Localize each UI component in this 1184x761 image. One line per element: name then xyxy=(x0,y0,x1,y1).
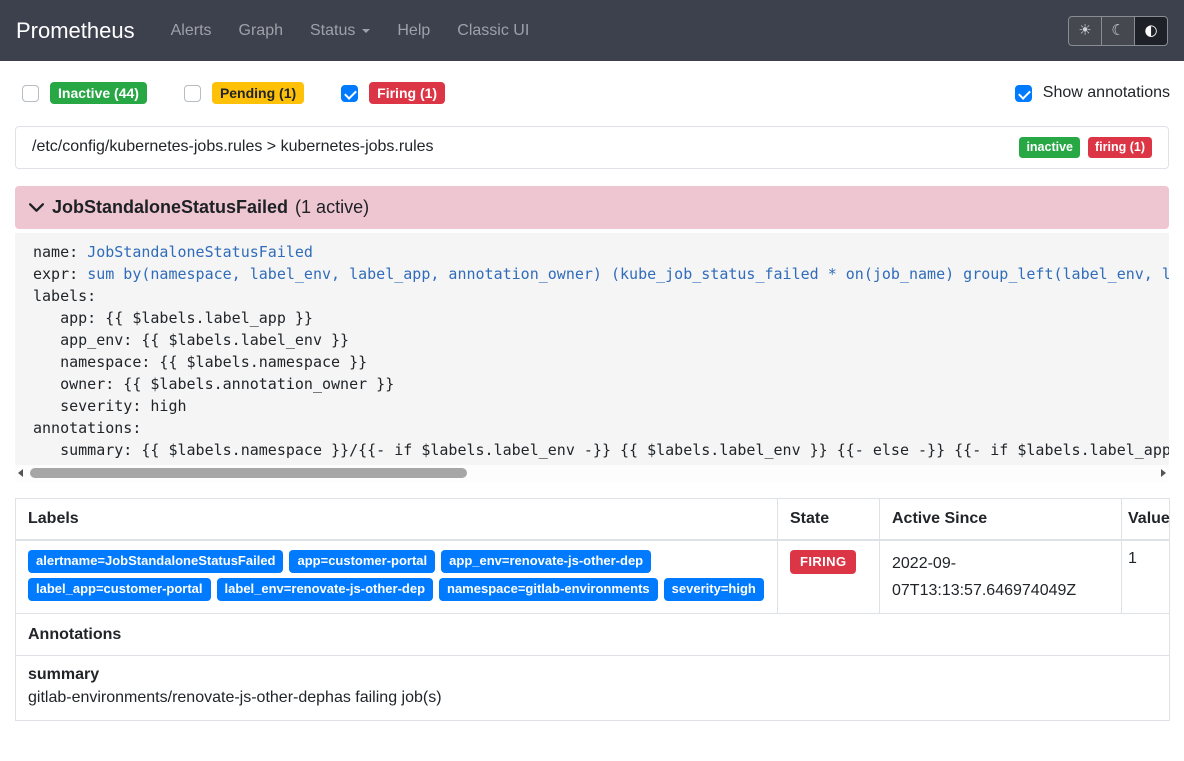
inactive-filter-badge[interactable]: Inactive (44) xyxy=(50,82,147,104)
navbar: Prometheus Alerts Graph Status Help Clas… xyxy=(0,0,1184,61)
moon-icon: ☾ xyxy=(1111,23,1124,38)
filter-bar: Inactive (44) Pending (1) Firing (1) Sho… xyxy=(0,61,1184,120)
value-column-header: Value xyxy=(1122,498,1170,540)
nav-status-label: Status xyxy=(310,22,355,40)
label-badge: severity=high xyxy=(664,578,764,601)
yaml-expr-key: expr: xyxy=(33,265,78,283)
scroll-left-arrow-icon[interactable] xyxy=(18,469,23,477)
dropdown-caret-icon xyxy=(362,29,370,33)
alert-row: alertname=JobStandaloneStatusFailed app=c… xyxy=(16,540,1170,614)
annotation-row: summary gitlab-environments/renovate-js-… xyxy=(16,655,1170,720)
scrollbar-thumb[interactable] xyxy=(30,468,467,478)
show-annotations-checkbox[interactable] xyxy=(1015,85,1032,102)
label-badge: app_env=renovate-js-other-dep xyxy=(441,550,651,573)
labels-column-header: Labels xyxy=(16,498,778,540)
theme-toggle-group: ☀ ☾ ◐ xyxy=(1068,16,1168,46)
rule-name-link[interactable]: JobStandaloneStatusFailed xyxy=(87,243,313,261)
light-theme-button[interactable]: ☀ xyxy=(1068,16,1102,46)
label-badge: label_app=customer-portal xyxy=(28,578,211,601)
chevron-down-icon xyxy=(28,199,45,216)
show-annotations-toggle: Show annotations xyxy=(1015,84,1170,102)
active-since-cell: 2022-09-07T13:13:57.646974049Z xyxy=(880,540,1122,614)
annotations-heading: Annotations xyxy=(16,613,1170,655)
scroll-right-arrow-icon[interactable] xyxy=(1161,469,1166,477)
nav-help[interactable]: Help xyxy=(397,22,430,40)
alerts-table: Labels State Active Since Value alertnam… xyxy=(15,498,1170,721)
rule-yaml-body: labels: app: {{ $labels.label_app }} app… xyxy=(33,287,1169,459)
nav-alerts[interactable]: Alerts xyxy=(171,22,212,40)
rule-group-panel: /etc/config/kubernetes-jobs.rules > kube… xyxy=(15,126,1169,169)
rule-card: JobStandaloneStatusFailed (1 active) nam… xyxy=(15,186,1169,482)
pending-filter-badge[interactable]: Pending (1) xyxy=(212,82,304,104)
dark-theme-button[interactable]: ☾ xyxy=(1101,16,1135,46)
sun-icon: ☀ xyxy=(1078,23,1091,38)
rule-active-count: (1 active) xyxy=(295,197,369,218)
value-cell: 1 xyxy=(1122,540,1170,614)
auto-theme-button[interactable]: ◐ xyxy=(1134,16,1168,46)
labels-cell-badges: alertname=JobStandaloneStatusFailed app=c… xyxy=(28,550,765,602)
horizontal-scrollbar[interactable] xyxy=(15,465,1169,482)
firing-filter-badge[interactable]: Firing (1) xyxy=(369,82,445,104)
pending-checkbox[interactable] xyxy=(184,85,201,102)
state-cell: FIRING xyxy=(778,540,880,614)
group-firing-badge: firing (1) xyxy=(1088,137,1152,158)
firing-state-badge: FIRING xyxy=(790,550,856,574)
annotation-summary-cell: summary gitlab-environments/renovate-js-… xyxy=(16,655,1170,720)
circle-half-icon: ◐ xyxy=(1144,23,1157,38)
filter-inactive: Inactive (44) xyxy=(22,82,147,104)
nav-status-dropdown[interactable]: Status xyxy=(310,22,370,40)
annotation-value: gitlab-environments/renovate-js-other-de… xyxy=(28,689,1157,707)
inactive-checkbox[interactable] xyxy=(22,85,39,102)
filter-firing: Firing (1) xyxy=(341,82,445,104)
table-header-row: Labels State Active Since Value xyxy=(16,498,1170,540)
state-column-header: State xyxy=(778,498,880,540)
rule-header[interactable]: JobStandaloneStatusFailed (1 active) xyxy=(15,186,1169,229)
label-badge: label_env=renovate-js-other-dep xyxy=(217,578,433,601)
annotation-key: summary xyxy=(28,666,1157,684)
nav-graph[interactable]: Graph xyxy=(239,22,283,40)
rule-group-title: /etc/config/kubernetes-jobs.rules > kube… xyxy=(32,138,434,156)
nav-classic-ui[interactable]: Classic UI xyxy=(457,22,529,40)
label-badge: app=customer-portal xyxy=(289,550,435,573)
label-badge: alertname=JobStandaloneStatusFailed xyxy=(28,550,283,573)
rule-expr-link[interactable]: sum by(namespace, label_env, label_app, … xyxy=(87,265,1169,283)
rule-name: JobStandaloneStatusFailed xyxy=(52,197,288,218)
rule-group-badges: inactive firing (1) xyxy=(1019,137,1152,158)
yaml-name-key: name: xyxy=(33,243,78,261)
firing-checkbox[interactable] xyxy=(341,85,358,102)
annotations-heading-row: Annotations xyxy=(16,613,1170,655)
show-annotations-label: Show annotations xyxy=(1043,84,1170,102)
rule-definition: name: JobStandaloneStatusFailed expr: su… xyxy=(15,233,1169,465)
filter-pending: Pending (1) xyxy=(184,82,304,104)
active-since-column-header: Active Since xyxy=(880,498,1122,540)
group-inactive-badge: inactive xyxy=(1019,137,1080,158)
labels-cell: alertname=JobStandaloneStatusFailed app=c… xyxy=(16,540,778,614)
label-badge: namespace=gitlab-environments xyxy=(439,578,658,601)
brand-link[interactable]: Prometheus xyxy=(16,18,135,44)
